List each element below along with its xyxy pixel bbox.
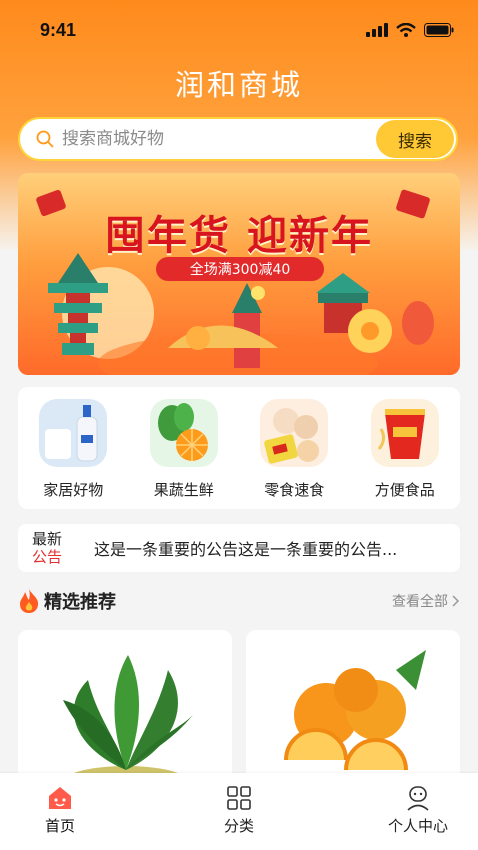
chevron-right-icon	[452, 595, 460, 607]
category-grid: 家居好物 果蔬生鲜 零食速食 方便食品	[18, 387, 460, 509]
page-title: 润和商城	[174, 68, 303, 102]
banner-title: 囤年货 迎新年	[105, 212, 373, 259]
search-input[interactable]	[60, 128, 376, 150]
wifi-icon	[396, 23, 416, 37]
announcement-bar[interactable]: 最新 公告 这是一条重要的公告这是一条重要的公告...	[18, 524, 460, 572]
orange-image	[284, 650, 426, 771]
product-card-orange[interactable]	[246, 630, 460, 790]
status-bar: 9:41	[40, 18, 454, 42]
announcement-tag-top: 最新	[32, 530, 63, 548]
signal-icon	[366, 23, 388, 37]
announcement-tag: 最新 公告	[32, 530, 72, 566]
tab-home[interactable]: 首页	[0, 773, 120, 850]
featured-title: 精选推荐	[44, 592, 116, 613]
promo-banner[interactable]: 囤年货 迎新年 全场满300减40	[18, 173, 460, 375]
announcement-text: 这是一条重要的公告这是一条重要的公告...	[94, 540, 398, 559]
tab-label: 个人中心	[387, 817, 448, 835]
snacks-icon	[260, 399, 329, 467]
household-icon	[39, 399, 108, 467]
tab-label: 分类	[223, 817, 254, 835]
tab-category[interactable]: 分类	[179, 773, 299, 850]
category-snacks[interactable]: 零食速食	[249, 387, 339, 509]
user-icon	[407, 786, 429, 811]
category-household[interactable]: 家居好物	[28, 387, 118, 509]
flame-icon	[20, 589, 39, 613]
view-all-label: 查看全部	[392, 594, 448, 610]
category-label: 家居好物	[43, 481, 104, 499]
battery-icon	[424, 23, 454, 37]
status-time: 9:41	[40, 19, 77, 40]
featured-title-group: 精选推荐	[18, 588, 116, 614]
category-label: 果蔬生鲜	[153, 481, 214, 499]
produce-icon	[149, 399, 218, 467]
grid-icon	[227, 786, 251, 810]
tab-bar: 首页 分类 个人中心	[0, 773, 478, 850]
category-label: 方便食品	[374, 481, 435, 499]
status-icons	[366, 23, 454, 37]
product-card-spinach[interactable]	[18, 630, 232, 790]
view-all-link[interactable]: 查看全部	[392, 591, 460, 611]
search-button[interactable]: 搜索	[376, 120, 454, 158]
tab-label: 首页	[44, 817, 75, 835]
category-instant[interactable]: 方便食品	[360, 387, 450, 509]
announcement-tag-bottom: 公告	[32, 548, 63, 566]
search-icon	[36, 130, 54, 148]
instant-noodles-icon	[370, 399, 439, 467]
search-bar[interactable]: 搜索	[18, 117, 458, 161]
home-icon	[49, 787, 71, 809]
tab-profile[interactable]: 个人中心	[358, 773, 478, 850]
category-label: 零食速食	[264, 481, 325, 499]
featured-header: 精选推荐 查看全部	[18, 586, 460, 616]
category-produce[interactable]: 果蔬生鲜	[139, 387, 229, 509]
banner-subtitle: 全场满300减40	[156, 257, 324, 281]
spinach-image	[63, 655, 193, 790]
